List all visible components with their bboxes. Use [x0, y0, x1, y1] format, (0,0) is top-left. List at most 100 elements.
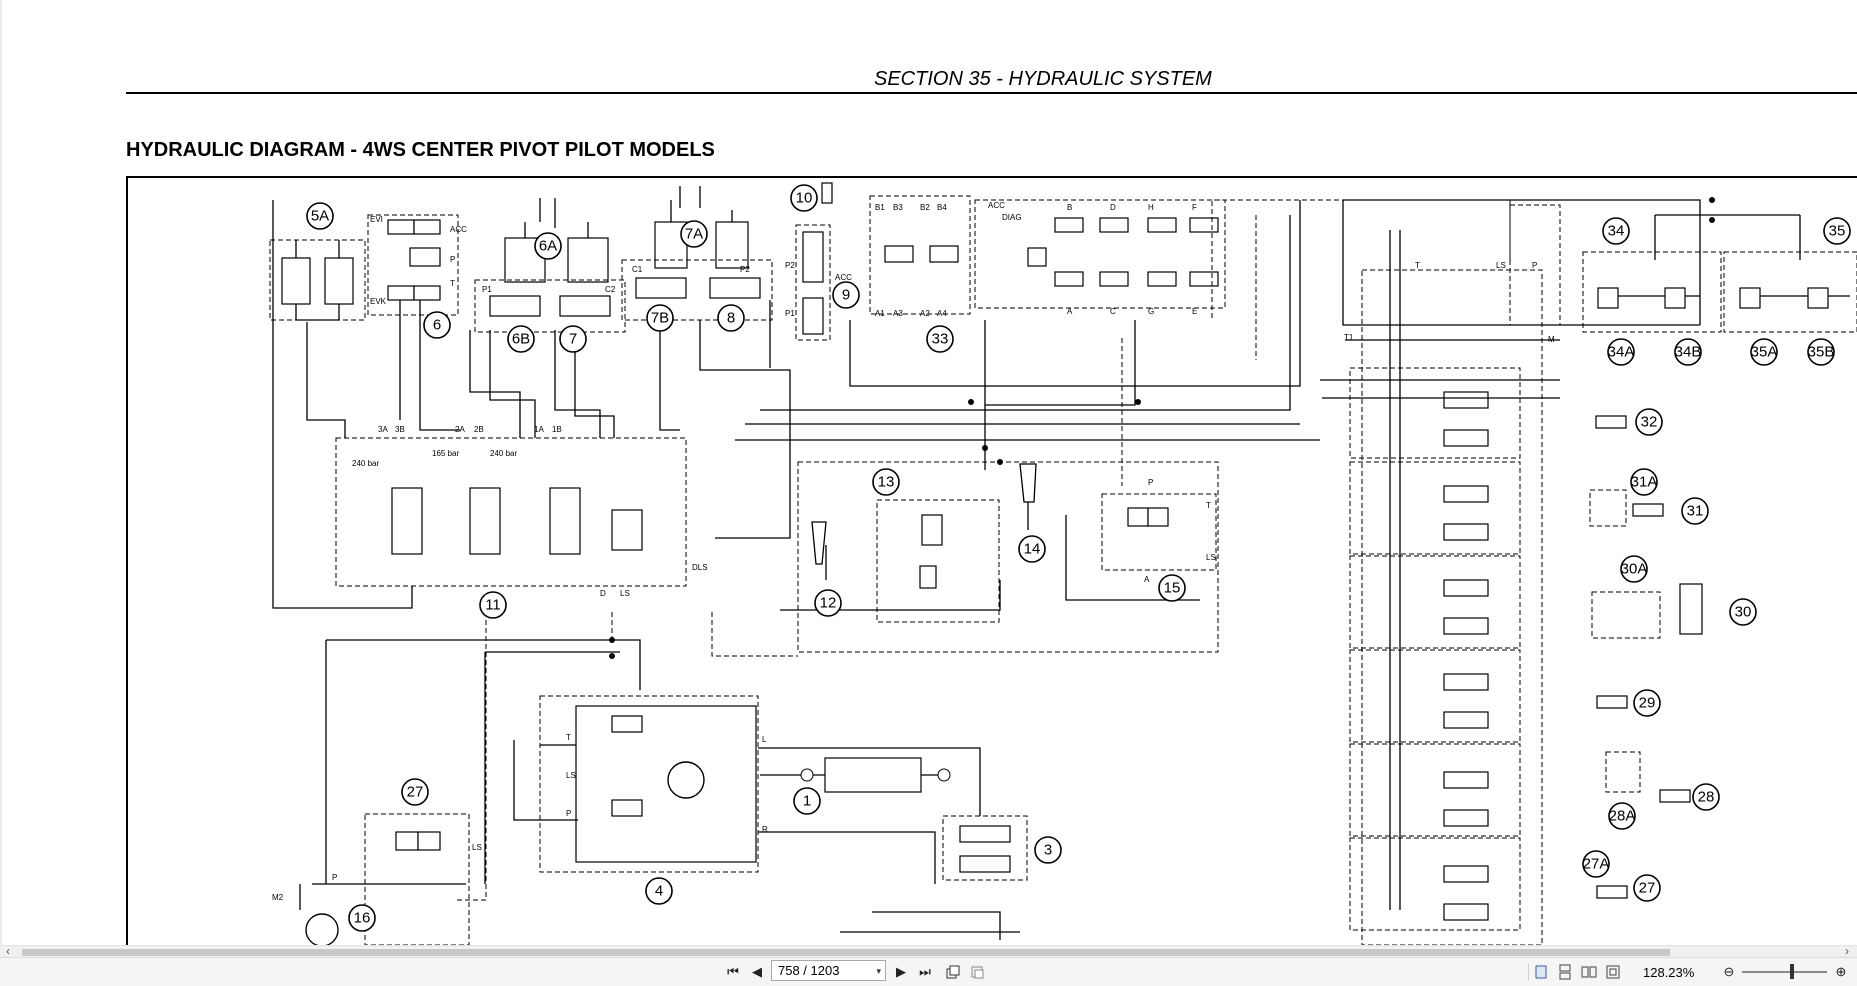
- page-selector[interactable]: 758 / 1203 ▾: [771, 960, 886, 981]
- callout-16: 27: [401, 778, 429, 806]
- label-c2-6: C2: [605, 285, 616, 294]
- callout-33: 33: [926, 325, 954, 353]
- label-p1-6: P1: [482, 285, 492, 294]
- callout-34a: 34A: [1607, 338, 1635, 366]
- svg-text:11: 11: [485, 597, 501, 614]
- prev-page-button[interactable]: ◀: [748, 963, 766, 981]
- brake-valve-16-pump-15: M2 P LS: [272, 813, 482, 945]
- label-f-top: F: [1192, 203, 1197, 212]
- first-page-button[interactable]: ⏮: [724, 963, 742, 981]
- svg-text:27: 27: [407, 784, 424, 801]
- scrollbar-thumb[interactable]: [22, 949, 1670, 956]
- last-page-button[interactable]: ⏭: [916, 963, 934, 981]
- label-3a: 3A: [378, 425, 388, 434]
- callout-35b: 35B: [1807, 338, 1835, 366]
- svg-text:30A: 30A: [1621, 561, 1648, 578]
- callout-29: 29: [1633, 689, 1661, 717]
- scroll-right-icon[interactable]: ›: [1845, 944, 1849, 958]
- svg-text:14: 14: [1024, 541, 1041, 558]
- two-page-view-icon[interactable]: [1580, 963, 1598, 981]
- label-b3: B3: [893, 203, 903, 212]
- svg-text:35A: 35A: [1751, 344, 1778, 361]
- label-p2-8: P2: [785, 261, 795, 270]
- svg-text:31A: 31A: [1631, 474, 1658, 491]
- label-p-5a: P: [450, 255, 455, 264]
- main-valve-bank: T1 T LS P M: [1344, 204, 1561, 945]
- svg-text:27A: 27A: [1583, 856, 1610, 873]
- copy-page-icon[interactable]: [968, 963, 986, 981]
- callout-30: 30: [1729, 598, 1757, 626]
- label-240bar-b: 240 bar: [490, 449, 517, 458]
- callout-28a: 28A: [1608, 802, 1636, 830]
- svg-text:9: 9: [842, 287, 850, 304]
- label-h-top: H: [1148, 203, 1154, 212]
- label-d-10: D: [600, 589, 606, 598]
- callout-32: 32: [1635, 408, 1663, 436]
- rotate-icon[interactable]: [944, 963, 962, 981]
- label-3b: 3B: [395, 425, 405, 434]
- callout-27: 27: [1633, 874, 1661, 902]
- label-b2: B2: [920, 203, 930, 212]
- label-a-14: A: [1144, 575, 1150, 584]
- svg-text:6: 6: [433, 317, 441, 334]
- callout-34: 34: [1602, 217, 1630, 245]
- label-d-top: D: [1110, 203, 1116, 212]
- scroll-left-icon[interactable]: ‹: [6, 944, 10, 958]
- label-2b: 2B: [474, 425, 484, 434]
- label-a4: A4: [937, 309, 947, 318]
- steering-cylinder-1: [760, 757, 1028, 940]
- cylinder-group-7: C1 P2: [621, 186, 773, 321]
- zoom-out-icon[interactable]: ⊖: [1720, 963, 1738, 981]
- pilot-components: T LS P A: [797, 461, 1219, 653]
- continuous-view-icon[interactable]: [1556, 963, 1574, 981]
- zoom-in-icon[interactable]: ⊕: [1832, 963, 1850, 981]
- svg-text:10: 10: [796, 190, 813, 207]
- label-b1: B1: [875, 203, 885, 212]
- svg-text:31: 31: [1687, 503, 1704, 520]
- label-p2-7: P2: [740, 265, 750, 274]
- chevron-down-icon[interactable]: ▾: [876, 966, 881, 977]
- single-page-view-icon[interactable]: [1532, 963, 1550, 981]
- valve-block-5a: EVI EVK ACC P T: [367, 214, 467, 316]
- svg-text:34A: 34A: [1608, 344, 1635, 361]
- label-c-top: C: [1110, 307, 1116, 316]
- zoom-slider-handle[interactable]: [1790, 964, 1794, 979]
- callout-1: 1: [793, 787, 821, 815]
- callout-5: 5A: [306, 202, 334, 230]
- svg-text:13: 13: [878, 474, 895, 491]
- label-diag: DIAG: [1002, 213, 1022, 222]
- svg-text:35B: 35B: [1808, 344, 1835, 361]
- document-page: SECTION 35 - HYDRAULIC SYSTEM HYDRAULIC …: [0, 0, 1857, 945]
- callout-35a: 35A: [1750, 338, 1778, 366]
- svg-text:28A: 28A: [1609, 808, 1636, 825]
- label-ls-bank: LS: [1496, 261, 1506, 270]
- callout-10: 11: [479, 591, 507, 619]
- svg-text:34B: 34B: [1675, 344, 1702, 361]
- svg-text:33: 33: [932, 331, 949, 348]
- callout-6b: 7: [559, 325, 587, 353]
- svg-text:4: 4: [655, 883, 663, 900]
- label-p-4: P: [566, 809, 571, 818]
- callout-12: 13: [872, 468, 900, 496]
- zoom-slider[interactable]: [1742, 971, 1827, 973]
- fit-page-icon[interactable]: [1604, 963, 1622, 981]
- label-1b: 1B: [552, 425, 562, 434]
- callout-31: 31: [1681, 497, 1709, 525]
- label-165bar: 165 bar: [432, 449, 459, 458]
- zoom-level: 128.23%: [1643, 965, 1695, 980]
- label-a1: A1: [875, 309, 885, 318]
- next-page-button[interactable]: ▶: [892, 963, 910, 981]
- callout-5a: 6: [423, 311, 451, 339]
- label-evk: EVK: [370, 297, 387, 306]
- label-t-5a: T: [450, 279, 455, 288]
- label-e-top: E: [1192, 307, 1197, 316]
- callout-11: 12: [814, 589, 842, 617]
- valve-block-33: B1 B3 B2 B4 A1 A3 A2 A4: [869, 195, 971, 318]
- label-a2: A2: [920, 309, 930, 318]
- svg-text:35: 35: [1829, 223, 1846, 240]
- callout-7: 7A: [680, 220, 708, 248]
- callout-31a: 31A: [1630, 468, 1658, 496]
- label-b-top: B: [1067, 203, 1072, 212]
- callout-28: 28: [1692, 783, 1720, 811]
- callout-7b: 8: [717, 304, 745, 332]
